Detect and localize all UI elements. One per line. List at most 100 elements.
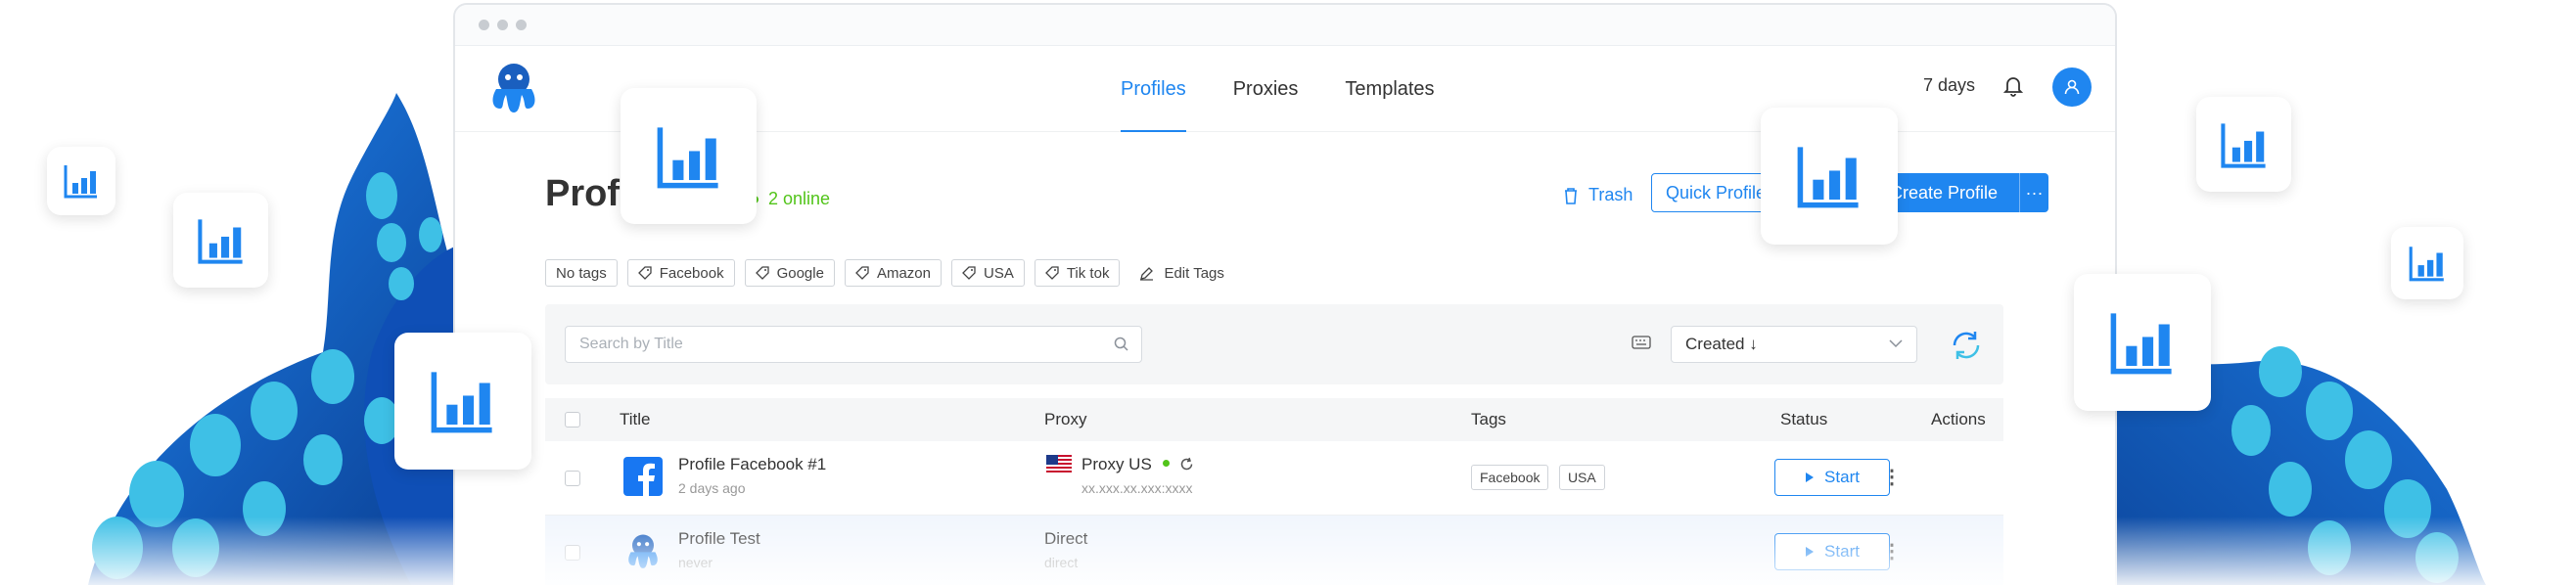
profile-title-cell: Profile Facebook #1 2 days ago xyxy=(678,455,826,496)
hero-stage: Profiles Proxies Templates 7 days Profil… xyxy=(0,0,2576,585)
column-header-title[interactable]: Title xyxy=(620,410,651,429)
row-checkbox[interactable] xyxy=(565,471,580,486)
keyboard-icon[interactable] xyxy=(1632,336,1651,349)
tab-profiles[interactable]: Profiles xyxy=(1121,46,1186,132)
trash-label: Trash xyxy=(1588,185,1633,204)
floating-chart-card xyxy=(47,147,115,215)
main-tabs: Profiles Proxies Templates xyxy=(1121,46,1435,132)
tag-filter-usa[interactable]: USA xyxy=(950,259,1025,287)
tab-templates[interactable]: Templates xyxy=(1345,46,1434,132)
row-checkbox[interactable] xyxy=(565,545,580,561)
user-icon xyxy=(2064,79,2080,95)
floating-chart-card xyxy=(394,333,531,470)
user-avatar[interactable] xyxy=(2052,68,2092,107)
profiles-toolbar: Search by Title Created ↓ xyxy=(545,304,2003,384)
octopus-avatar-icon xyxy=(628,534,658,568)
profile-last-run: 2 days ago xyxy=(678,480,746,496)
create-profile-more-button[interactable]: ··· xyxy=(2019,173,2048,212)
tag-filter-label: Facebook xyxy=(659,264,724,282)
bell-icon[interactable] xyxy=(2003,75,2023,97)
start-profile-button[interactable]: Start xyxy=(1774,533,1890,570)
select-all-checkbox[interactable] xyxy=(565,412,580,428)
profiles-table: Title Proxy Tags Status Actions Profile … xyxy=(545,398,2003,585)
sort-select[interactable]: Created ↓ xyxy=(1671,326,1917,363)
bar-chart-icon xyxy=(2110,313,2172,375)
table-header: Title Proxy Tags Status Actions xyxy=(545,398,2003,441)
tag-filter-label: USA xyxy=(983,264,1014,282)
start-profile-button[interactable]: Start xyxy=(1774,459,1890,496)
tag-icon xyxy=(1044,266,1059,280)
start-label: Start xyxy=(1824,542,1860,561)
proxy-status-dot xyxy=(1162,460,1170,467)
bar-chart-icon xyxy=(64,165,97,199)
table-row[interactable]: Profile Facebook #1 2 days ago Proxy US … xyxy=(545,441,2003,516)
play-icon xyxy=(1806,472,1815,482)
tag-icon xyxy=(962,266,976,280)
bar-chart-icon xyxy=(657,126,718,188)
tab-proxies[interactable]: Proxies xyxy=(1233,46,1299,132)
sort-value: Created ↓ xyxy=(1685,335,1758,353)
create-profile-label: Create Profile xyxy=(1890,183,1999,202)
floating-chart-card xyxy=(2391,227,2463,299)
bar-chart-icon xyxy=(2409,247,2444,282)
search-placeholder: Search by Title xyxy=(579,336,683,352)
search-input[interactable]: Search by Title xyxy=(565,326,1142,363)
profile-tags-cell: Facebook USA xyxy=(1471,465,1611,490)
column-header-tags[interactable]: Tags xyxy=(1471,410,1506,429)
tag-filter-no-tags[interactable]: No tags xyxy=(545,259,618,287)
tag-filter-label: Google xyxy=(776,264,824,282)
profile-tag[interactable]: USA xyxy=(1558,465,1605,490)
trash-button[interactable]: Trash xyxy=(1563,185,1633,205)
tag-filter-amazon[interactable]: Amazon xyxy=(844,259,942,287)
tag-filter-tiktok[interactable]: Tik tok xyxy=(1034,259,1121,287)
floating-chart-card xyxy=(1761,108,1898,245)
proxy-address: direct xyxy=(1044,555,1079,570)
proxy-cell: Proxy US xx.xxx.xx.xxx:xxxx xyxy=(1081,455,1194,496)
column-header-status[interactable]: Status xyxy=(1780,410,1827,429)
online-count: 2 online xyxy=(751,189,830,209)
table-row[interactable]: Profile Test never Direct direct Start ⋮ xyxy=(545,516,2003,585)
profile-tag[interactable]: Facebook xyxy=(1471,465,1549,490)
plan-days-remaining[interactable]: 7 days xyxy=(1923,75,1975,96)
bar-chart-icon xyxy=(431,372,492,433)
row-actions-menu[interactable]: ⋮ xyxy=(1882,465,1902,489)
facebook-icon xyxy=(623,457,663,496)
proxy-name[interactable]: Proxy US xyxy=(1081,455,1194,474)
floating-chart-card xyxy=(2196,97,2291,192)
proxy-address: xx.xxx.xx.xxx:xxxx xyxy=(1081,480,1193,496)
window-dot[interactable] xyxy=(479,20,489,30)
tag-filter-google[interactable]: Google xyxy=(744,259,835,287)
window-dot[interactable] xyxy=(516,20,527,30)
tag-filter-label: Tik tok xyxy=(1066,264,1110,282)
row-actions-menu[interactable]: ⋮ xyxy=(1882,539,1902,563)
proxy-name[interactable]: Direct xyxy=(1044,529,1087,549)
tag-icon xyxy=(755,266,769,280)
tag-icon xyxy=(855,266,869,280)
search-icon xyxy=(1114,337,1128,351)
bar-chart-icon xyxy=(1797,147,1859,208)
profile-title[interactable]: Profile Facebook #1 xyxy=(678,455,826,474)
octopus-logo-icon[interactable] xyxy=(483,56,545,118)
refresh-icon[interactable] xyxy=(1947,326,1986,365)
proxy-name-label: Proxy US xyxy=(1081,455,1152,473)
chevron-down-icon xyxy=(1889,339,1903,348)
proxy-cell: Direct direct xyxy=(1044,529,1087,570)
start-label: Start xyxy=(1824,468,1860,486)
floating-chart-card xyxy=(621,88,757,224)
window-dot[interactable] xyxy=(497,20,508,30)
edit-tags-button[interactable]: Edit Tags xyxy=(1139,264,1224,282)
window-titlebar xyxy=(455,5,2115,46)
bar-chart-icon xyxy=(2220,122,2266,168)
column-header-proxy[interactable]: Proxy xyxy=(1044,410,1086,429)
column-header-actions: Actions xyxy=(1931,410,1986,428)
create-profile-button[interactable]: Create Profile ··· xyxy=(1876,173,2048,212)
refresh-icon[interactable] xyxy=(1179,457,1194,472)
profile-title[interactable]: Profile Test xyxy=(678,529,760,549)
tag-filter-facebook[interactable]: Facebook xyxy=(626,259,735,287)
tag-filter-label: Amazon xyxy=(876,264,931,282)
floating-chart-card xyxy=(173,193,268,288)
edit-tags-label: Edit Tags xyxy=(1164,264,1224,282)
profile-last-run: never xyxy=(678,555,713,570)
play-icon xyxy=(1806,547,1815,557)
bar-chart-icon xyxy=(197,218,243,264)
